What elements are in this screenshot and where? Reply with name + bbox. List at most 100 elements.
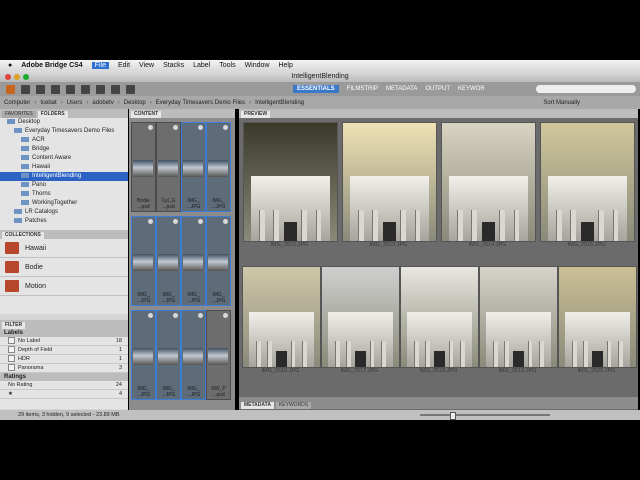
folder-item[interactable]: Desktop	[0, 118, 128, 127]
folder-item[interactable]: Pano	[0, 181, 128, 190]
forward-icon[interactable]	[36, 84, 45, 94]
menu-window[interactable]: Window	[245, 62, 270, 69]
preview-image[interactable]	[558, 266, 637, 368]
workspace-keywords[interactable]: KEYWOR	[458, 86, 485, 92]
thumbnail-caption: IMG_ ...JPG	[136, 386, 151, 398]
preview-filename: IMG_2516.JPG	[261, 368, 300, 374]
content-thumbnail[interactable]: IMG_ ...JPG	[206, 216, 231, 306]
content-thumbnail[interactable]: IMG_ ...JPG	[131, 216, 156, 306]
content-thumbnail[interactable]: IMG_ ...JPG	[181, 310, 206, 400]
slider-knob[interactable]	[450, 412, 456, 420]
preview-image[interactable]	[243, 122, 338, 242]
crumb-users[interactable]: Users	[67, 100, 83, 106]
crumb-intelligent-blending[interactable]: IntelligentBlending	[255, 100, 304, 106]
filter-labels-heading[interactable]: Labels	[0, 329, 128, 337]
apple-icon[interactable]: ●	[8, 62, 12, 69]
folder-item[interactable]: Everyday Timesavers Demo Files	[0, 127, 128, 136]
collection-bodie[interactable]: Bodie	[0, 258, 128, 277]
folder-item[interactable]: Bridge	[0, 145, 128, 154]
tab-metadata[interactable]: METADATA	[241, 402, 274, 409]
workspace-essentials[interactable]: ESSENTIALS	[293, 85, 339, 93]
collection-hawaii[interactable]: Hawaii	[0, 239, 128, 258]
folder-item[interactable]: IntelligentBlending	[0, 172, 128, 181]
filter-row[interactable]: ★ 4	[0, 390, 128, 399]
menu-help[interactable]: Help	[278, 62, 292, 69]
folder-item[interactable]: Patches	[0, 217, 128, 226]
menu-edit[interactable]: Edit	[118, 62, 130, 69]
folder-item[interactable]: LR Catalogs	[0, 208, 128, 217]
workspace-filmstrip[interactable]: FILMSTRIP	[347, 86, 378, 92]
menu-label[interactable]: Label	[193, 62, 210, 69]
folder-item[interactable]: Thorns	[0, 190, 128, 199]
tab-collections[interactable]: COLLECTIONS	[2, 232, 44, 239]
minimize-icon[interactable]	[14, 74, 20, 80]
search-input[interactable]	[536, 85, 636, 93]
collections-header: COLLECTIONS	[0, 230, 128, 239]
tab-filter[interactable]: FILTER	[2, 322, 26, 329]
folder-item[interactable]: Content Aware	[0, 154, 128, 163]
content-thumbnail[interactable]: Cyl_G ...psd	[156, 122, 181, 212]
content-thumbnail[interactable]: IMG_ ...JPG	[156, 216, 181, 306]
close-icon[interactable]	[5, 74, 11, 80]
content-thumbnail[interactable]: RW_P ...psd	[206, 310, 231, 400]
workspace-output[interactable]: OUTPUT	[425, 86, 450, 92]
tab-keywords[interactable]: KEYWORDS	[275, 402, 312, 409]
content-thumbnail[interactable]: IMG_ ...JPG	[181, 216, 206, 306]
content-thumbnail[interactable]: IMG_ ...JPG	[156, 310, 181, 400]
menu-tools[interactable]: Tools	[219, 62, 235, 69]
rotate-right-icon[interactable]	[126, 84, 135, 94]
filter-row[interactable]: No Label 18	[0, 337, 128, 346]
crumb-demo-files[interactable]: Everyday Timesavers Demo Files	[156, 100, 245, 106]
photo-column	[259, 209, 265, 241]
crumb-adobetv[interactable]: adobetv	[92, 100, 113, 106]
crumb-desktop[interactable]: Desktop	[124, 100, 146, 106]
checkbox[interactable]	[8, 337, 15, 345]
folder-item[interactable]: ACR	[0, 136, 128, 145]
checkbox[interactable]	[8, 346, 15, 354]
menu-stacks[interactable]: Stacks	[163, 62, 184, 69]
crumb-icebat[interactable]: Icebat	[40, 100, 56, 106]
thumbnail-size-slider[interactable]	[420, 412, 550, 420]
refine-icon[interactable]	[81, 84, 90, 94]
filter-row[interactable]: Panorama 3	[0, 364, 128, 373]
menu-file[interactable]: File	[91, 62, 109, 69]
filter-row[interactable]: Depth of Field 1	[0, 346, 128, 355]
content-thumbnail[interactable]: Bodie ...psd	[131, 122, 156, 212]
folder-item[interactable]: Hawaii	[0, 163, 128, 172]
back-icon[interactable]	[21, 84, 30, 94]
preview-image[interactable]	[441, 122, 536, 242]
tab-content[interactable]: CONTENT	[131, 111, 162, 118]
recent-icon[interactable]	[51, 84, 60, 94]
tab-folders[interactable]: FOLDERS	[37, 111, 68, 118]
folder-item[interactable]: WorkingTogether	[0, 199, 128, 208]
preview-image[interactable]	[321, 266, 400, 368]
checkbox[interactable]	[8, 355, 15, 363]
sort-dropdown[interactable]: Sort Manually	[543, 100, 580, 106]
collection-motion[interactable]: Motion	[0, 277, 128, 296]
app-name[interactable]: Adobe Bridge CS4	[21, 62, 82, 69]
content-thumbnail[interactable]: IMG_ ...JPG	[206, 122, 231, 212]
tab-favorites[interactable]: FAVORITES	[2, 111, 36, 118]
preview-image[interactable]	[242, 266, 321, 368]
tab-preview[interactable]: PREVIEW	[241, 111, 271, 118]
filter-ratings-heading[interactable]: Ratings	[0, 373, 128, 381]
content-thumbnail[interactable]: IMG_ ...JPG	[131, 310, 156, 400]
rotate-left-icon[interactable]	[111, 84, 120, 94]
workspace-metadata[interactable]: METADATA	[386, 86, 417, 92]
preview-image[interactable]	[342, 122, 437, 242]
crumb-computer[interactable]: Computer	[4, 100, 30, 106]
preview-image[interactable]	[540, 122, 635, 242]
content-thumbnail[interactable]: IMG_ ...JPG	[181, 122, 206, 212]
filter-row[interactable]: HDR 1	[0, 355, 128, 364]
menu-view[interactable]: View	[139, 62, 154, 69]
preview-image[interactable]	[400, 266, 479, 368]
filter-row[interactable]: No Rating 24	[0, 381, 128, 390]
content-panel: CONTENT Bodie ...psd Cyl_G ...psd IMG_ ...…	[129, 109, 235, 410]
photo-column	[618, 340, 624, 367]
open-in-camera-raw-icon[interactable]	[96, 84, 105, 94]
preview-image[interactable]	[479, 266, 558, 368]
checkbox[interactable]	[8, 364, 15, 372]
zoom-icon[interactable]	[23, 74, 29, 80]
get-photos-icon[interactable]	[66, 84, 75, 94]
bridge-home-icon[interactable]	[6, 84, 15, 94]
